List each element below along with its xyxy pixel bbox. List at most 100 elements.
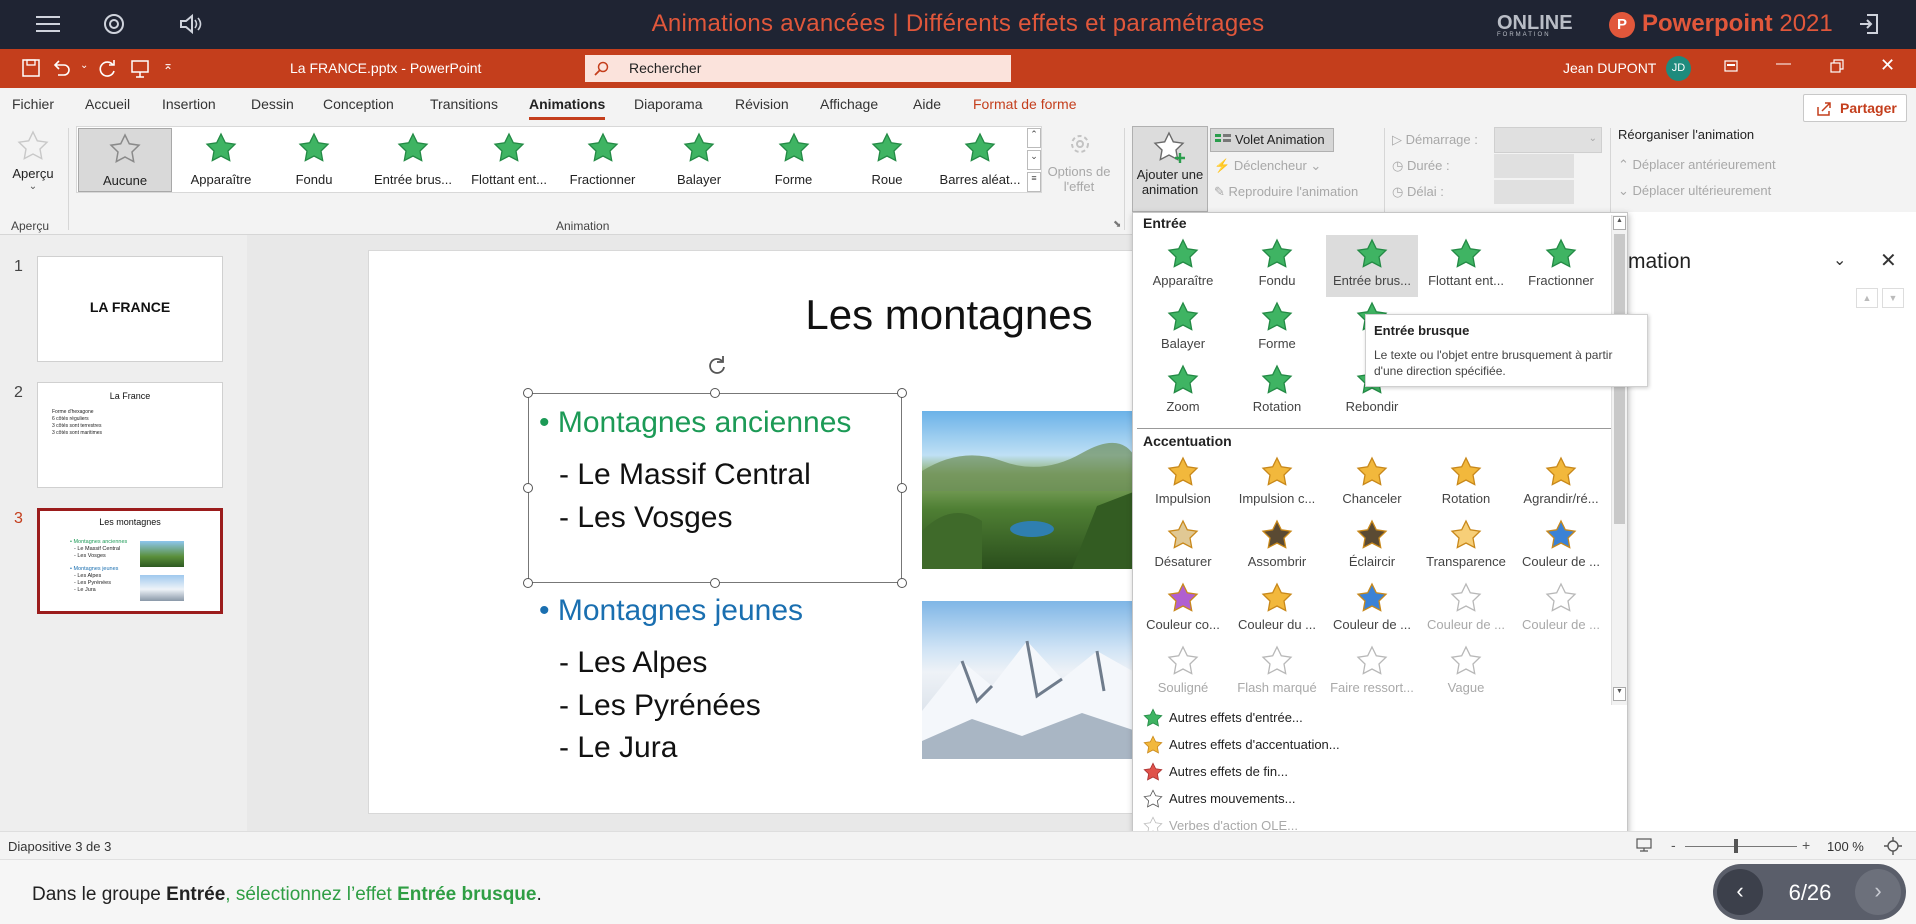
- slide-thumbnail-3[interactable]: Les montagnes • Montagnes anciennes - Le…: [37, 508, 223, 614]
- accent-effect-16[interactable]: Flash marqué: [1231, 642, 1323, 704]
- delay-input[interactable]: [1494, 180, 1574, 204]
- gallery-item-4[interactable]: Flottant ent...: [463, 128, 555, 190]
- minimize-icon[interactable]: —: [1776, 55, 1791, 72]
- undo-dropdown-icon[interactable]: ⌄: [80, 60, 88, 71]
- dialog-launcher-icon[interactable]: ⬊: [1113, 219, 1121, 230]
- pane-move-down-icon[interactable]: ▼: [1882, 288, 1904, 308]
- gallery-item-7[interactable]: Forme: [748, 128, 839, 190]
- scroll-down-icon[interactable]: ▼: [1613, 687, 1626, 701]
- resize-handle[interactable]: [523, 388, 533, 398]
- entree-effect-0[interactable]: Apparaître: [1137, 235, 1229, 297]
- ribbon-display-icon[interactable]: [1724, 59, 1738, 73]
- gallery-item-5[interactable]: Fractionner: [555, 128, 650, 190]
- tab-fichier[interactable]: Fichier: [12, 96, 54, 112]
- gallery-scroll-up[interactable]: ⌃: [1027, 128, 1041, 148]
- gallery-item-2[interactable]: Fondu: [265, 128, 363, 190]
- resize-handle[interactable]: [710, 388, 720, 398]
- tab-aide[interactable]: Aide: [913, 96, 941, 112]
- resize-handle[interactable]: [523, 578, 533, 588]
- resize-handle[interactable]: [897, 483, 907, 493]
- zoom-slider[interactable]: [1685, 846, 1797, 847]
- image-snow-mountains[interactable]: [922, 601, 1136, 759]
- resize-handle[interactable]: [897, 388, 907, 398]
- slide-thumbnail-1[interactable]: LA FRANCE: [37, 256, 223, 362]
- accent-effect-11[interactable]: Couleur du ...: [1231, 579, 1323, 641]
- tab-transitions[interactable]: Transitions: [430, 96, 498, 112]
- effect-options-button[interactable]: Options de l'effet: [1046, 130, 1112, 194]
- restore-icon[interactable]: [1830, 59, 1844, 73]
- fit-slide-icon[interactable]: [1884, 837, 1902, 855]
- start-select[interactable]: ⌄: [1494, 127, 1602, 153]
- accent-effect-5[interactable]: Désaturer: [1137, 516, 1229, 578]
- entree-effect-2[interactable]: Entrée brus...: [1326, 235, 1418, 297]
- duration-input[interactable]: [1494, 154, 1574, 178]
- animation-pane-button[interactable]: Volet Animation: [1210, 128, 1334, 152]
- pane-options-icon[interactable]: ⌄: [1833, 250, 1846, 270]
- tab-revision[interactable]: Révision: [735, 96, 789, 112]
- tab-insertion[interactable]: Insertion: [162, 96, 216, 112]
- accent-effect-2[interactable]: Chanceler: [1326, 453, 1418, 515]
- accent-effect-18[interactable]: Vague: [1420, 642, 1512, 704]
- image-forest-mountains[interactable]: [922, 411, 1136, 569]
- tab-affichage[interactable]: Affichage: [820, 96, 878, 112]
- share-button[interactable]: Partager: [1803, 94, 1907, 122]
- accent-effect-8[interactable]: Transparence: [1420, 516, 1512, 578]
- tab-animations[interactable]: Animations: [529, 96, 606, 120]
- avatar[interactable]: JD: [1666, 56, 1691, 81]
- accent-effect-7[interactable]: Éclaircir: [1326, 516, 1418, 578]
- accent-effect-12[interactable]: Couleur de ...: [1326, 579, 1418, 641]
- accent-effect-0[interactable]: Impulsion: [1137, 453, 1229, 515]
- search-input[interactable]: Rechercher: [585, 55, 1011, 82]
- slide[interactable]: Les montagnes • Montagnes anciennes - Le…: [368, 250, 1136, 814]
- tab-diaporama[interactable]: Diaporama: [634, 96, 702, 112]
- entree-effect-6[interactable]: Forme: [1231, 298, 1323, 360]
- slide-thumbnail-2[interactable]: La France Forme d'hexagone 6 côtés régul…: [37, 382, 223, 488]
- gallery-more[interactable]: ≡: [1027, 172, 1041, 192]
- customize-qat-icon[interactable]: ⌅: [163, 58, 173, 72]
- entree-effect-10[interactable]: Zoom: [1137, 361, 1229, 423]
- undo-icon[interactable]: [52, 59, 72, 77]
- redo-icon[interactable]: [98, 59, 118, 77]
- user-name[interactable]: Jean DUPONT: [1563, 60, 1656, 76]
- more-effects-item-3[interactable]: Autres mouvements...: [1143, 788, 1295, 810]
- entree-effect-4[interactable]: Fractionner: [1515, 235, 1607, 297]
- accent-effect-6[interactable]: Assombrir: [1231, 516, 1323, 578]
- pane-move-up-icon[interactable]: ▲: [1856, 288, 1878, 308]
- entree-effect-1[interactable]: Fondu: [1231, 235, 1323, 297]
- accent-effect-10[interactable]: Couleur co...: [1137, 579, 1229, 641]
- zoom-out-button[interactable]: -: [1671, 837, 1676, 853]
- move-earlier-button[interactable]: ⌃ Déplacer antérieurement: [1618, 157, 1776, 173]
- tab-accueil[interactable]: Accueil: [85, 96, 130, 112]
- preview-button[interactable]: Aperçu ⌄: [10, 130, 56, 206]
- scroll-up-icon[interactable]: ▲: [1613, 216, 1626, 230]
- close-icon[interactable]: ✕: [1880, 55, 1895, 76]
- accent-effect-1[interactable]: Impulsion c...: [1231, 453, 1323, 515]
- gallery-item-8[interactable]: Roue: [839, 128, 935, 190]
- resize-handle[interactable]: [897, 578, 907, 588]
- next-step-button[interactable]: ›: [1855, 869, 1901, 915]
- accent-effect-13[interactable]: Couleur de ...: [1420, 579, 1512, 641]
- zoom-in-button[interactable]: +: [1802, 837, 1810, 853]
- save-icon[interactable]: [22, 59, 40, 77]
- resize-handle[interactable]: [710, 578, 720, 588]
- gallery-item-9[interactable]: Barres aléat...: [935, 128, 1025, 190]
- exit-icon[interactable]: [1858, 13, 1880, 35]
- accent-effect-14[interactable]: Couleur de ...: [1515, 579, 1607, 641]
- gallery-item-1[interactable]: Apparaître: [176, 128, 266, 190]
- present-icon[interactable]: [130, 59, 150, 79]
- animation-painter-button[interactable]: ✎ Reproduire l'animation: [1214, 184, 1358, 200]
- entree-effect-11[interactable]: Rotation: [1231, 361, 1323, 423]
- tab-conception[interactable]: Conception: [323, 96, 394, 112]
- dropdown-scrollbar[interactable]: ▲ ▼: [1611, 215, 1627, 705]
- tab-format-de-forme[interactable]: Format de forme: [973, 96, 1076, 112]
- gallery-item-6[interactable]: Balayer: [650, 128, 748, 190]
- rotate-handle-icon[interactable]: [705, 354, 729, 378]
- entree-effect-3[interactable]: Flottant ent...: [1420, 235, 1512, 297]
- move-later-button[interactable]: ⌄ Déplacer ultérieurement: [1618, 183, 1771, 199]
- trigger-button[interactable]: ⚡ Déclencheur ⌄: [1214, 158, 1321, 174]
- zoom-level[interactable]: 100 %: [1827, 839, 1864, 854]
- pane-close-icon[interactable]: ✕: [1880, 248, 1897, 273]
- more-effects-item-1[interactable]: Autres effets d'accentuation...: [1143, 734, 1340, 756]
- gallery-item-aucune[interactable]: Aucune: [78, 128, 172, 192]
- more-effects-item-2[interactable]: Autres effets de fin...: [1143, 761, 1288, 783]
